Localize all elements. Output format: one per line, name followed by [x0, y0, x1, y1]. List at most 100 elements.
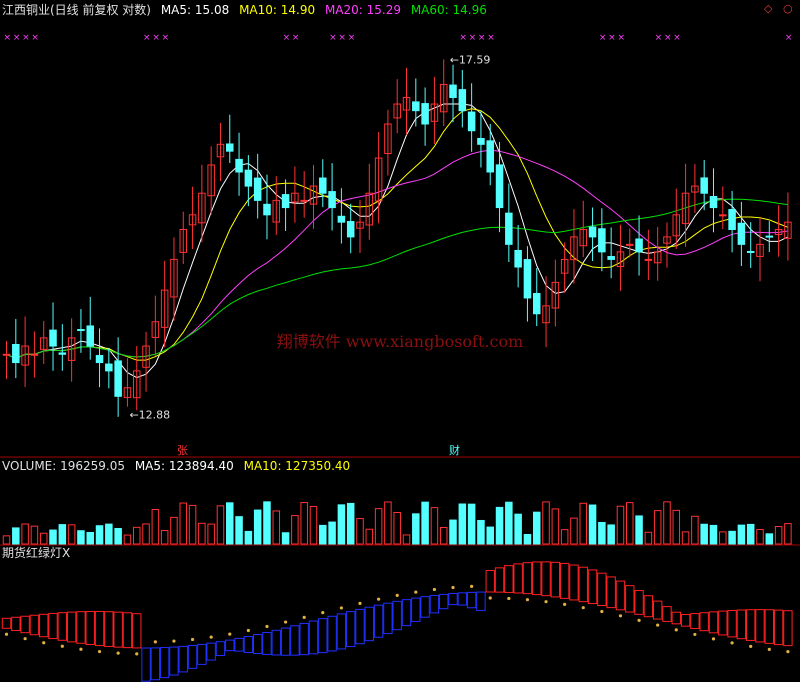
- indicator-dot: [23, 637, 27, 641]
- volume-bar: [449, 519, 457, 545]
- indicator-bar: [532, 561, 542, 596]
- volume-bar: [39, 532, 48, 545]
- volume-bar: [365, 528, 374, 545]
- indicator-bar: [1, 617, 12, 629]
- indicator-bar: [318, 618, 328, 654]
- candle-body: [728, 209, 736, 230]
- candle-body: [449, 84, 457, 98]
- volume-bar: [663, 501, 671, 545]
- volume-bar: [719, 531, 727, 545]
- volume-bar: [49, 529, 57, 545]
- indicator-bar: [708, 611, 719, 634]
- indicator-dot: [507, 596, 511, 601]
- volume-bar: [486, 526, 494, 545]
- indicator-bar: [690, 613, 700, 629]
- indicator-dot: [172, 639, 176, 643]
- indicator-dot: [135, 652, 139, 656]
- volume-bar: [560, 529, 569, 545]
- indicator-bar: [494, 567, 505, 593]
- low-label: ←12.88: [129, 409, 170, 422]
- volume-bar: [281, 532, 290, 545]
- indicator-bar: [290, 625, 300, 656]
- indicator-bar: [11, 616, 21, 632]
- indicator-bar: [522, 562, 533, 595]
- signal-mark: ×: [22, 33, 30, 43]
- indicator-dot: [581, 606, 585, 610]
- volume-bar: [653, 510, 662, 545]
- volume-bar: [700, 523, 708, 545]
- indicator-bar: [243, 636, 254, 653]
- signal-mark: ×: [599, 33, 607, 43]
- volume-bar: [77, 530, 85, 545]
- candle-body: [505, 212, 513, 245]
- indicator-dot: [4, 632, 9, 636]
- volume-bar: [588, 504, 597, 545]
- indicator-bar: [346, 611, 356, 648]
- candle-body: [719, 214, 727, 217]
- candle-body: [77, 329, 85, 332]
- indicator-dot: [377, 597, 381, 601]
- volume-bar: [67, 524, 76, 545]
- signal-mark: ×: [785, 33, 793, 43]
- candle-body: [746, 250, 755, 253]
- diamond-icon[interactable]: ◇: [764, 2, 772, 15]
- indicator-bars: [1, 561, 793, 682]
- volume-bar: [570, 517, 578, 545]
- indicator-bar: [625, 585, 635, 613]
- indicator-bar: [280, 627, 291, 656]
- indicator-bar: [122, 612, 133, 649]
- circle-icon[interactable]: ○: [783, 2, 793, 15]
- volume-bar: [346, 502, 355, 545]
- volume-bar: [421, 501, 429, 545]
- indicator-bar: [439, 593, 449, 610]
- indicator-bar: [327, 615, 337, 652]
- indicator-dot: [488, 596, 492, 600]
- indicator-bar: [662, 606, 672, 622]
- signal-mark: ×: [655, 33, 663, 43]
- indicator-bar: [336, 613, 347, 650]
- volume-bar: [374, 508, 383, 545]
- candle-body: [281, 194, 290, 209]
- indicator-dot: [767, 647, 771, 651]
- volume-bar: [495, 506, 504, 545]
- indicator-bar: [132, 613, 142, 649]
- candle-body: [635, 238, 643, 253]
- indicator-dot: [451, 585, 455, 590]
- candle-body: [30, 353, 39, 356]
- indicator-dot: [265, 624, 269, 629]
- indicator-bar: [429, 594, 440, 614]
- volume-bar: [514, 513, 522, 545]
- volume-bar: [198, 522, 206, 545]
- indicator-bar: [113, 611, 123, 648]
- indicator-bar: [94, 610, 105, 647]
- ma20-readout: MA20: 15.29: [324, 3, 401, 17]
- indicator-bar: [736, 609, 747, 640]
- candle-body: [328, 191, 336, 209]
- marker-zhang: 张: [177, 444, 188, 457]
- candle-body: [644, 258, 653, 261]
- candle-body: [105, 363, 113, 372]
- indicator-bar: [150, 647, 161, 681]
- indicator-bar: [206, 642, 216, 661]
- volume-bar: [765, 533, 774, 545]
- indicator-dot: [693, 632, 697, 637]
- high-label: ←17.59: [450, 53, 491, 66]
- volume-bar: [709, 524, 718, 545]
- chart-labels: ←17.59 ←12.88 翔博软件 www.xiangbosoft.com 张 财: [129, 53, 523, 457]
- indicator-dot: [470, 584, 474, 588]
- indicator-bar: [76, 611, 86, 644]
- indicator-title: 期货红绿灯X: [2, 546, 71, 560]
- volume-bar: [263, 501, 271, 545]
- volume-bar: [216, 505, 225, 545]
- volume-bar: [291, 515, 299, 545]
- indicator-dot: [116, 651, 120, 655]
- volume-bar: [774, 526, 783, 545]
- volume-bar: [691, 515, 699, 545]
- volume-bar: [635, 515, 643, 545]
- indicator-bar: [755, 609, 765, 643]
- indicator-bar: [541, 561, 551, 597]
- indicator-bar: [66, 611, 77, 643]
- indicator-bar: [411, 597, 421, 622]
- indicator-bar: [550, 561, 561, 598]
- candle-body: [263, 203, 271, 216]
